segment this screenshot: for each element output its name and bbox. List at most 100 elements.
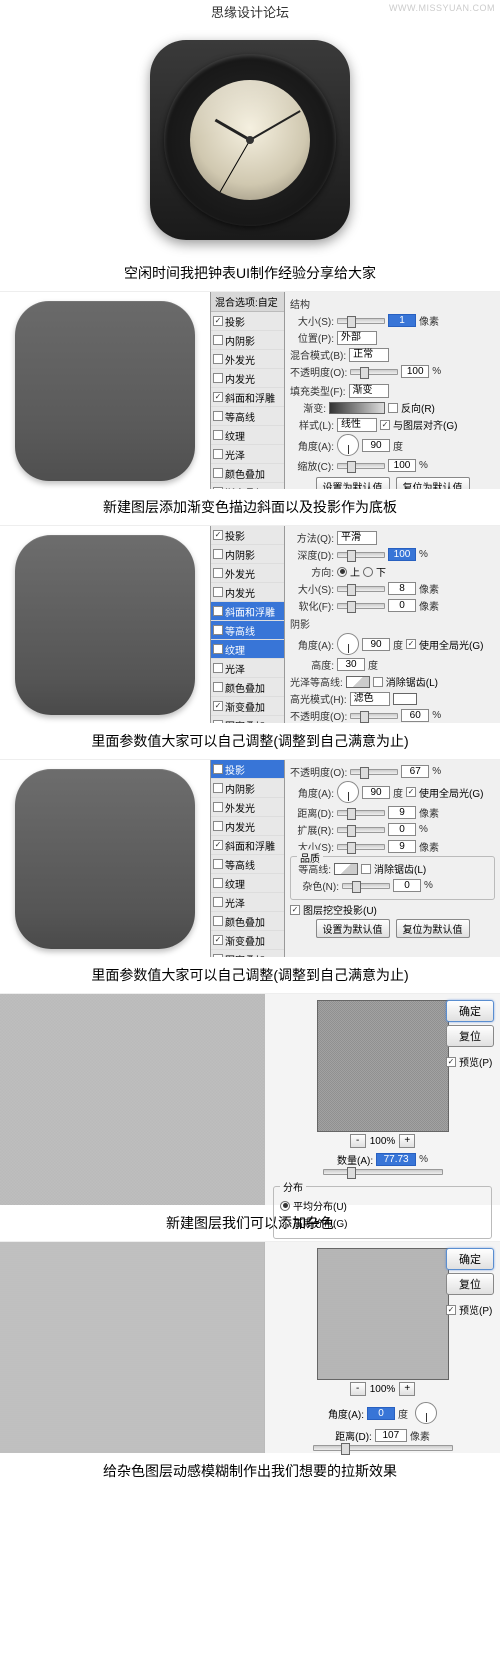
ok-button[interactable]: 确定 (446, 1248, 494, 1270)
preview-checkbox[interactable] (446, 1305, 456, 1315)
ok-button[interactable]: 确定 (446, 1000, 494, 1022)
contour-picker[interactable] (334, 863, 358, 875)
checkbox-icon[interactable] (213, 859, 223, 869)
checkbox-icon[interactable] (213, 530, 223, 540)
blur-distance-input[interactable]: 107 (375, 1429, 407, 1442)
fx-texture[interactable]: 纹理 (211, 874, 284, 893)
fx-drop-shadow[interactable]: 投影 (211, 760, 284, 779)
distance-slider[interactable] (337, 810, 385, 816)
fx-drop-shadow[interactable]: 投影 (211, 526, 284, 545)
fx-bevel[interactable]: 斜面和浮雕 (211, 388, 284, 407)
checkbox-icon[interactable] (213, 468, 223, 478)
altitude-input[interactable]: 30 (337, 658, 365, 671)
noise-slider[interactable] (342, 883, 390, 889)
angle-dial[interactable] (337, 633, 359, 655)
size-input[interactable]: 1 (388, 314, 416, 327)
fx-color-overlay[interactable]: 颜色叠加 (211, 464, 284, 483)
fx-bevel[interactable]: 斜面和浮雕 (211, 602, 284, 621)
fx-gradient-overlay[interactable]: 渐变叠加 (211, 697, 284, 716)
opacity-slider[interactable] (350, 769, 398, 775)
fx-gradient-overlay[interactable]: 渐变叠加 (211, 931, 284, 950)
checkbox-icon[interactable] (213, 935, 223, 945)
checkbox-icon[interactable] (213, 625, 223, 635)
fx-drop-shadow[interactable]: 投影 (211, 312, 284, 331)
checkbox-icon[interactable] (213, 701, 223, 711)
checkbox-icon[interactable] (213, 449, 223, 459)
preview-checkbox[interactable] (446, 1057, 456, 1067)
fx-satin[interactable]: 光泽 (211, 659, 284, 678)
checkbox-icon[interactable] (213, 373, 223, 383)
checkbox-icon[interactable] (213, 802, 223, 812)
opacity-input[interactable]: 67 (401, 765, 429, 778)
highlight-color[interactable] (393, 693, 417, 705)
fx-inner-shadow[interactable]: 内阴影 (211, 779, 284, 798)
checkbox-icon[interactable] (213, 897, 223, 907)
fx-inner-glow[interactable]: 内发光 (211, 583, 284, 602)
checkbox-icon[interactable] (213, 764, 223, 774)
global-light-checkbox[interactable] (406, 787, 416, 797)
spread-slider[interactable] (337, 827, 385, 833)
hi-opacity-slider[interactable] (350, 713, 398, 719)
technique-select[interactable]: 平滑 (337, 531, 377, 545)
highlight-mode-select[interactable]: 滤色 (350, 692, 390, 706)
scale-slider[interactable] (337, 463, 385, 469)
position-select[interactable]: 外部 (337, 331, 377, 345)
align-checkbox[interactable] (380, 420, 390, 430)
zoom-out-button[interactable]: - (350, 1134, 366, 1148)
spread-input[interactable]: 0 (388, 823, 416, 836)
anti-alias-checkbox[interactable] (361, 864, 371, 874)
blur-angle-input[interactable]: 0 (367, 1407, 395, 1420)
depth-slider[interactable] (337, 552, 385, 558)
opacity-input[interactable]: 100 (401, 365, 429, 378)
checkbox-icon[interactable] (213, 316, 223, 326)
checkbox-icon[interactable] (213, 821, 223, 831)
fx-inner-glow[interactable]: 内发光 (211, 369, 284, 388)
fx-contour[interactable]: 等高线 (211, 407, 284, 426)
blend-select[interactable]: 正常 (349, 348, 389, 362)
fx-texture[interactable]: 纹理 (211, 640, 284, 659)
zoom-in-button[interactable]: + (399, 1134, 415, 1148)
fx-outer-glow[interactable]: 外发光 (211, 350, 284, 369)
anti-alias-checkbox[interactable] (373, 677, 383, 687)
checkbox-icon[interactable] (213, 587, 223, 597)
dir-up-radio[interactable] (337, 567, 347, 577)
hi-opacity-input[interactable]: 60 (401, 709, 429, 722)
checkbox-icon[interactable] (213, 916, 223, 926)
checkbox-icon[interactable] (213, 644, 223, 654)
fx-gradient-overlay[interactable]: 渐变叠加 (211, 483, 284, 489)
checkbox-icon[interactable] (213, 720, 223, 723)
depth-input[interactable]: 100 (388, 548, 416, 561)
opacity-slider[interactable] (350, 369, 398, 375)
amount-slider[interactable] (323, 1169, 443, 1175)
size-input[interactable]: 8 (388, 582, 416, 595)
checkbox-icon[interactable] (213, 411, 223, 421)
zoom-in-button[interactable]: + (399, 1382, 415, 1396)
checkbox-icon[interactable] (213, 606, 223, 616)
fx-inner-shadow[interactable]: 内阴影 (211, 331, 284, 350)
angle-dial[interactable] (337, 781, 359, 803)
distance-input[interactable]: 9 (388, 806, 416, 819)
gaussian-radio[interactable] (280, 1218, 290, 1228)
fx-bevel[interactable]: 斜面和浮雕 (211, 836, 284, 855)
size-input[interactable]: 9 (388, 840, 416, 853)
reverse-checkbox[interactable] (388, 403, 398, 413)
cancel-button[interactable]: 复位 (446, 1025, 494, 1047)
style-select[interactable]: 线性 (337, 418, 377, 432)
reset-default-button[interactable]: 复位为默认值 (396, 919, 470, 938)
fill-type-select[interactable]: 渐变 (349, 384, 389, 398)
gradient-picker[interactable] (329, 402, 385, 414)
global-light-checkbox[interactable] (406, 639, 416, 649)
fx-inner-glow[interactable]: 内发光 (211, 817, 284, 836)
set-default-button[interactable]: 设置为默认值 (316, 919, 390, 938)
checkbox-icon[interactable] (213, 335, 223, 345)
checkbox-icon[interactable] (213, 568, 223, 578)
uniform-radio[interactable] (280, 1201, 290, 1211)
contour-picker[interactable] (346, 676, 370, 688)
checkbox-icon[interactable] (213, 392, 223, 402)
amount-input[interactable]: 77.73 (376, 1153, 416, 1166)
fx-satin[interactable]: 光泽 (211, 893, 284, 912)
fx-outer-glow[interactable]: 外发光 (211, 798, 284, 817)
size-slider[interactable] (337, 844, 385, 850)
noise-input[interactable]: 0 (393, 879, 421, 892)
size-slider[interactable] (337, 586, 385, 592)
